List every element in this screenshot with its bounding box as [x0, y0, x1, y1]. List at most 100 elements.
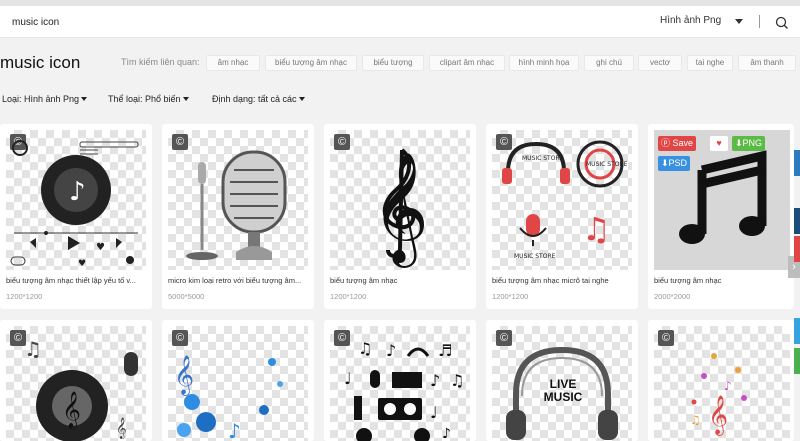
svg-text:♥: ♥: [96, 242, 105, 253]
image-card[interactable]: © 𝄞 ♪: [162, 320, 314, 441]
image-card[interactable]: © MUSIC STORE MUSIC STORE MUSIC STORE ♫ …: [486, 124, 638, 309]
image-thumbnail[interactable]: © 𝄞: [330, 130, 470, 270]
svg-text:♬: ♬: [438, 341, 452, 360]
share-bar-item[interactable]: [794, 318, 800, 344]
music-store-logo-text: MUSIC STORE: [522, 155, 564, 162]
image-card[interactable]: © ♪ ♥ ♥ biểu tượng âm nhạc thiết lập yếu…: [0, 124, 152, 309]
image-thumbnail[interactable]: © 𝄞 ♫ 𝄞: [6, 326, 146, 441]
related-search-label: Tìm kiếm liên quan:: [121, 57, 200, 67]
related-tag[interactable]: biểu tượng: [362, 55, 424, 71]
filter-category[interactable]: Thể loại: Phổ biến: [108, 94, 189, 104]
treble-clef-illustration: 𝄞: [372, 148, 429, 268]
share-bar-item[interactable]: [794, 348, 800, 374]
svg-text:♩: ♩: [430, 403, 438, 422]
related-tag[interactable]: vectơ: [638, 55, 682, 71]
search-input[interactable]: [12, 14, 572, 30]
svg-text:♥: ♥: [78, 259, 86, 269]
image-card[interactable]: © ♫ ♪ ♬ ♩ ♪ ♫ ♩ ♪: [324, 320, 476, 441]
pinterest-icon: ⓟ: [661, 138, 671, 148]
image-thumbnail[interactable]: © 𝄞 ♪ ♫: [654, 326, 790, 441]
search-bar: Hình ảnh Png: [0, 6, 800, 38]
related-tag[interactable]: tai nghe: [687, 55, 733, 71]
chevron-right-icon: ›: [792, 261, 796, 273]
save-label: Save: [672, 138, 694, 148]
heart-icon: ♥: [716, 138, 722, 148]
image-thumbnail[interactable]: © ♫ ♪ ♬ ♩ ♪ ♫ ♩ ♪: [330, 326, 470, 441]
chevron-down-icon: [182, 97, 189, 101]
image-dimensions: 5000*5000: [168, 292, 205, 301]
image-title[interactable]: biểu tượng âm nhạc micrô tai nghe: [492, 276, 632, 285]
image-title[interactable]: biểu tượng âm nhạc: [330, 276, 470, 285]
image-card[interactable]: ⓟ Save ♥ ⬇PNG ⬇PSD biểu tượng âm nhạc 20…: [648, 124, 794, 309]
image-title[interactable]: biểu tượng âm nhạc: [654, 276, 788, 285]
image-thumbnail[interactable]: © ♪ ♥ ♥: [6, 130, 146, 270]
image-card[interactable]: © micro kim loại retro với biểu tượng âm…: [162, 124, 314, 309]
image-card[interactable]: © 𝄞 ♪ ♫: [648, 320, 794, 441]
svg-text:𝄞: 𝄞: [62, 390, 81, 429]
download-png-button[interactable]: ⬇PNG: [732, 136, 766, 151]
related-tag[interactable]: biểu tượng âm nhạc: [265, 55, 357, 71]
filter-format[interactable]: Định dạng: tất cả các: [212, 94, 305, 104]
image-dimensions: 1200*1200: [492, 292, 529, 301]
image-title[interactable]: biểu tượng âm nhạc thiết lập yếu tố v...: [6, 276, 146, 285]
related-tag[interactable]: ghi chú: [584, 55, 634, 71]
image-type-select[interactable]: Hình ảnh Png: [660, 15, 721, 26]
related-tag[interactable]: âm thanh: [738, 55, 796, 71]
svg-text:♪: ♪: [442, 426, 451, 441]
music-store-logo-text: MUSIC STORE: [514, 253, 556, 260]
download-icon: ⬇: [661, 158, 669, 168]
download-psd-button[interactable]: ⬇PSD: [658, 156, 691, 171]
image-thumbnail[interactable]: ⓟ Save ♥ ⬇PNG ⬇PSD: [654, 130, 790, 270]
chevron-down-icon: [81, 97, 88, 101]
svg-text:𝄞: 𝄞: [116, 418, 127, 439]
svg-text:♪: ♪: [69, 177, 86, 207]
filter-type[interactable]: Loại: Hình ảnh Png: [2, 94, 88, 104]
related-tag[interactable]: hình minh họa: [509, 55, 579, 71]
search-icon[interactable]: [774, 15, 790, 31]
music-player-illustration: ♪ ♥ ♥: [10, 140, 139, 269]
psd-label: PSD: [668, 158, 688, 168]
music-notes-illustration: [679, 150, 767, 244]
svg-text:♩: ♩: [344, 369, 352, 388]
favorite-button[interactable]: ♥: [710, 136, 728, 151]
filter-format-label: Định dạng: tất cả các: [212, 94, 297, 104]
svg-text:𝄞: 𝄞: [708, 395, 728, 436]
related-tag[interactable]: clipart âm nhạc: [429, 55, 505, 71]
image-dimensions: 1200*1200: [330, 292, 367, 301]
image-card[interactable]: © LIVE MUSIC: [486, 320, 638, 441]
image-card[interactable]: © 𝄞 ♫ 𝄞: [0, 320, 152, 441]
image-thumbnail[interactable]: © LIVE MUSIC: [492, 326, 632, 441]
filter-category-label: Thể loại: Phổ biến: [108, 94, 181, 104]
download-icon: ⬇: [735, 138, 743, 148]
share-bar-item[interactable]: [794, 208, 800, 234]
image-dimensions: 1200*1200: [6, 292, 43, 301]
svg-text:♪: ♪: [386, 341, 396, 360]
svg-text:♪: ♪: [724, 379, 732, 393]
svg-text:♫: ♫: [690, 413, 701, 427]
share-bar-item[interactable]: [794, 236, 800, 262]
share-bar-item[interactable]: [794, 150, 800, 176]
chevron-down-icon: [298, 97, 305, 101]
colorful-notes-illustration: 𝄞 ♪ ♫: [690, 353, 747, 436]
image-card[interactable]: © 𝄞 biểu tượng âm nhạc 1200*1200: [324, 124, 476, 309]
image-thumbnail[interactable]: © 𝄞 ♪: [168, 326, 308, 441]
svg-text:♪: ♪: [228, 419, 241, 441]
vinyl-music-illustration: 𝄞 ♫ 𝄞: [24, 337, 138, 441]
live-music-logo: LIVE MUSIC: [543, 377, 583, 404]
image-title[interactable]: micro kim loại retro với biểu tượng âm..…: [168, 276, 308, 285]
svg-text:♫: ♫: [24, 337, 42, 361]
music-store-logo-text: MUSIC STORE: [586, 161, 628, 168]
pinterest-save-button[interactable]: ⓟ Save: [658, 136, 697, 151]
image-thumbnail[interactable]: ©: [168, 130, 308, 270]
search-divider: [759, 15, 760, 28]
music-store-logos-illustration: MUSIC STORE MUSIC STORE MUSIC STORE ♫: [502, 140, 628, 260]
page-title: music icon: [0, 53, 81, 72]
image-dimensions: 2000*2000: [654, 292, 691, 301]
chevron-down-icon[interactable]: [735, 19, 743, 24]
png-label: PNG: [742, 138, 763, 148]
related-tag[interactable]: âm nhạc: [206, 55, 260, 71]
svg-text:♫: ♫: [358, 339, 372, 358]
filter-type-label: Loại: Hình ảnh Png: [2, 94, 80, 104]
svg-text:♪: ♪: [430, 371, 440, 390]
image-thumbnail[interactable]: © MUSIC STORE MUSIC STORE MUSIC STORE ♫: [492, 130, 632, 270]
